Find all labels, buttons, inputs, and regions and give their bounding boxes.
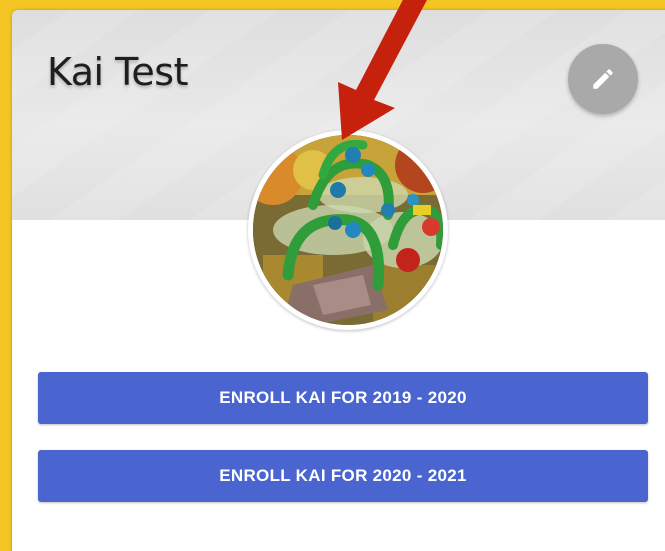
enroll-2019-2020-button[interactable]: ENROLL KAI FOR 2019 - 2020 <box>38 372 648 424</box>
enroll-2020-2021-button[interactable]: ENROLL KAI FOR 2020 - 2021 <box>38 450 648 502</box>
profile-name: Kai Test <box>47 50 189 94</box>
avatar-photo <box>253 135 443 325</box>
screenshot-stage: Kai Test ENROLL KAI FOR 2019 - 2020 ENRO… <box>0 0 665 551</box>
profile-avatar[interactable] <box>248 130 448 330</box>
profile-card: Kai Test ENROLL KAI FOR 2019 - 2020 ENRO… <box>12 10 665 551</box>
pencil-icon <box>593 69 613 89</box>
edit-profile-button[interactable] <box>568 44 638 114</box>
